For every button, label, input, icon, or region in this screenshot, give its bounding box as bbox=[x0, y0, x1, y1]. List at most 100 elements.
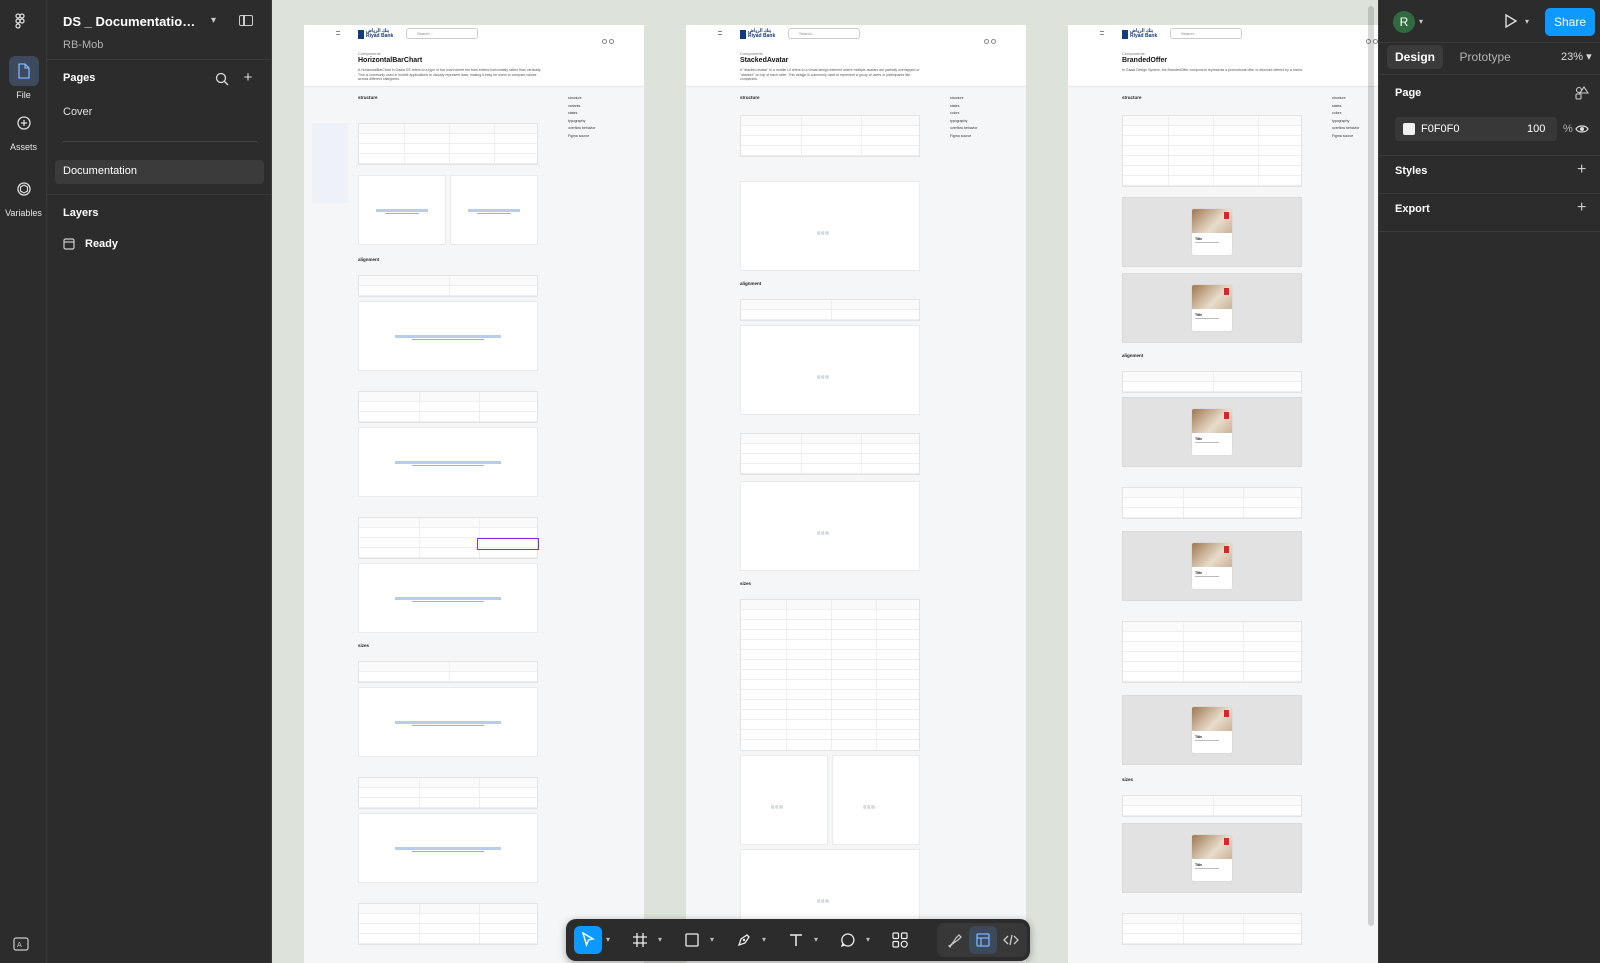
page-color-swatch[interactable] bbox=[1403, 123, 1415, 135]
anatomy-preview bbox=[450, 175, 538, 245]
section-sizes: sizes bbox=[358, 643, 370, 648]
anatomy-preview bbox=[740, 181, 920, 271]
figma-menu-icon[interactable] bbox=[12, 13, 28, 29]
frame-tool-chevron-icon[interactable]: ▾ bbox=[658, 935, 662, 944]
actions-tool[interactable] bbox=[886, 926, 914, 954]
doc-title: HorizontalBarChart bbox=[358, 57, 423, 64]
shape-tool[interactable] bbox=[678, 926, 706, 954]
page-item-cover[interactable]: Cover bbox=[63, 106, 92, 118]
design-icon bbox=[976, 933, 990, 947]
brand-logo bbox=[358, 30, 364, 39]
doc-tag: Components bbox=[358, 51, 381, 56]
doc-search: Search... bbox=[1170, 28, 1242, 39]
rail-variables[interactable]: Variables bbox=[0, 174, 47, 218]
page-opacity[interactable]: 100 bbox=[1527, 123, 1545, 135]
search-icon[interactable] bbox=[214, 71, 230, 87]
layer-item-ready[interactable]: Ready bbox=[63, 238, 118, 250]
canvas-scrollbar[interactable] bbox=[1368, 6, 1374, 926]
tab-prototype[interactable]: Prototype bbox=[1451, 45, 1518, 69]
doc-body: structure variants states typography overflo… bbox=[304, 87, 644, 963]
draw-icon bbox=[947, 934, 962, 948]
page-item-documentation[interactable]: Documentation bbox=[55, 160, 264, 184]
page-section-title: Page bbox=[1395, 87, 1422, 99]
toggle-sidebar-icon[interactable] bbox=[239, 15, 253, 26]
size-preview bbox=[832, 755, 920, 845]
pen-tool[interactable] bbox=[730, 926, 758, 954]
bottom-toolbar: ▾ ▾ ▾ ▾ ▾ ▾ bbox=[566, 919, 1030, 961]
divider bbox=[1379, 193, 1600, 194]
move-tool[interactable] bbox=[574, 926, 602, 954]
alignment-table bbox=[740, 299, 920, 321]
add-style-icon[interactable]: + bbox=[1577, 161, 1586, 179]
move-tool-chevron-icon[interactable]: ▾ bbox=[606, 935, 610, 944]
text-tool[interactable] bbox=[782, 926, 810, 954]
section-alignment: alignment bbox=[1122, 353, 1144, 358]
frame-branded-offer[interactable]: بنك الرياض Riyad Bank Search... Component… bbox=[1068, 25, 1378, 963]
doc-header: بنك الرياض Riyad Bank Search... Component… bbox=[686, 25, 1026, 87]
visibility-eye-icon[interactable] bbox=[1575, 122, 1589, 136]
offer-preview: Title bbox=[1122, 273, 1302, 343]
draw-mode[interactable] bbox=[941, 926, 969, 954]
canvas[interactable]: بنك الرياض Riyad Bank Search... Component… bbox=[272, 0, 1378, 963]
frame-tool[interactable] bbox=[626, 926, 654, 954]
divider bbox=[1379, 155, 1600, 156]
left-panel: DS _ Documentation f... ▾ RB-Mob Pages +… bbox=[47, 0, 272, 963]
selected-cell-highlight[interactable] bbox=[477, 538, 539, 550]
local-styles-icon[interactable] bbox=[1575, 86, 1589, 100]
file-title[interactable]: DS _ Documentation f... bbox=[63, 14, 203, 29]
file-menu-chevron-icon[interactable]: ▾ bbox=[211, 15, 216, 26]
pen-tool-chevron-icon[interactable]: ▾ bbox=[762, 935, 766, 944]
present-play-icon[interactable] bbox=[1501, 12, 1519, 30]
doc-title: BrandedOffer bbox=[1122, 57, 1168, 64]
dev-mode[interactable] bbox=[997, 926, 1025, 954]
sizes-table bbox=[1122, 795, 1302, 817]
project-name[interactable]: RB-Mob bbox=[63, 39, 103, 51]
sizes-table bbox=[740, 599, 920, 751]
wrappers-table bbox=[1122, 487, 1302, 519]
doc-desc: A "stacked avatar" in a mobile UI refers… bbox=[740, 68, 920, 81]
avatar-chevron-icon[interactable]: ▾ bbox=[1419, 17, 1423, 26]
frame-icon bbox=[633, 933, 647, 947]
brand-name: بنك الرياض Riyad Bank bbox=[1130, 28, 1158, 39]
design-mode[interactable] bbox=[969, 926, 997, 954]
page-color-field[interactable]: F0F0F0 100 % bbox=[1395, 117, 1573, 141]
text-icon bbox=[790, 934, 802, 946]
ai-assistant-icon[interactable]: A bbox=[13, 937, 29, 951]
shape-tool-chevron-icon[interactable]: ▾ bbox=[710, 935, 714, 944]
present-chevron-icon[interactable]: ▾ bbox=[1525, 17, 1529, 26]
section-alignment: alignment bbox=[740, 281, 762, 286]
frame-stacked-avatar[interactable]: بنك الرياض Riyad Bank Search... Component… bbox=[686, 25, 1026, 963]
comment-tool-chevron-icon[interactable]: ▾ bbox=[866, 935, 870, 944]
comment-tool[interactable] bbox=[834, 926, 862, 954]
add-page-icon[interactable]: + bbox=[240, 70, 256, 86]
cursor-icon bbox=[581, 932, 595, 948]
section-sizes: sizes bbox=[740, 581, 752, 586]
add-export-icon[interactable]: + bbox=[1577, 199, 1586, 217]
header-icons bbox=[600, 31, 614, 44]
brand-logo bbox=[740, 30, 746, 39]
doc-header: بنك الرياض Riyad Bank Search... Component… bbox=[304, 25, 644, 87]
offer-preview: Title bbox=[1122, 397, 1302, 467]
rail-file[interactable]: File bbox=[0, 56, 47, 100]
rail-assets[interactable]: Assets bbox=[0, 108, 47, 152]
variables-icon bbox=[9, 174, 39, 204]
doc-body: structure states colors typography overflow … bbox=[1068, 87, 1378, 963]
left-rail: File Assets Variables A bbox=[0, 0, 47, 963]
avatar[interactable]: R bbox=[1393, 11, 1415, 33]
wrappers-table bbox=[358, 391, 538, 423]
frame-horizontal-bar-chart[interactable]: بنك الرياض Riyad Bank Search... Component… bbox=[304, 25, 644, 963]
doc-tag: Components bbox=[1122, 51, 1145, 56]
offer-preview: Title bbox=[1122, 197, 1302, 267]
tab-design[interactable]: Design bbox=[1387, 45, 1444, 69]
doc-desc: In Gaaia Design System, the BrandedOffer… bbox=[1122, 68, 1303, 72]
share-button[interactable]: Share bbox=[1545, 8, 1595, 36]
sizes-wrappers-table bbox=[358, 777, 538, 809]
text-tool-chevron-icon[interactable]: ▾ bbox=[814, 935, 818, 944]
right-panel: R ▾ ▾ Share Design Prototype 23% ▾ Page … bbox=[1378, 0, 1600, 963]
section-structure: structure bbox=[740, 95, 760, 100]
svg-text:A: A bbox=[17, 941, 22, 949]
doc-tag: Components bbox=[740, 51, 763, 56]
rail-variables-label: Variables bbox=[5, 208, 42, 218]
page-color-hex[interactable]: F0F0F0 bbox=[1421, 123, 1460, 135]
zoom-level[interactable]: 23% ▾ bbox=[1561, 50, 1592, 63]
